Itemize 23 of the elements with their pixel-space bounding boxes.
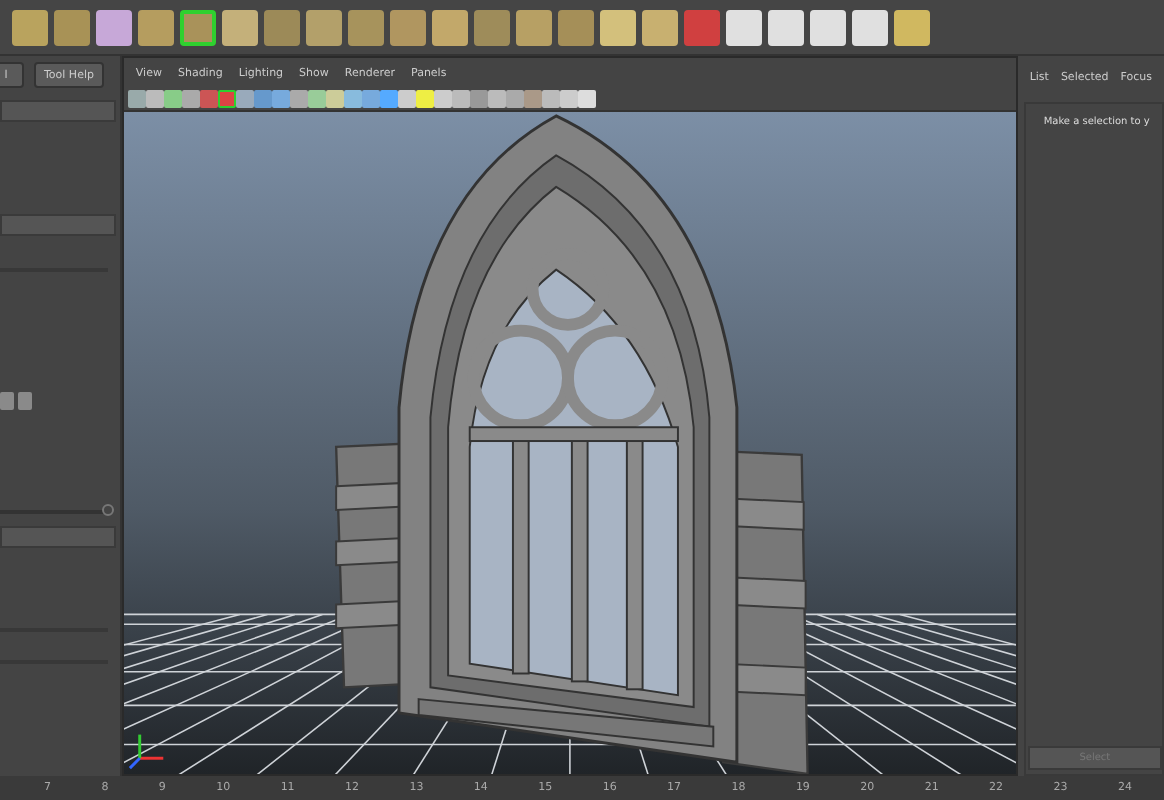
slider-handle[interactable] [101,504,114,516]
shelf-tool-icon[interactable] [558,9,594,45]
shelf-tool-icon[interactable] [810,9,846,45]
axis-gizmo-icon [128,734,164,770]
shelf-tool-icon[interactable] [222,9,258,45]
shelf-tool-icon[interactable] [96,9,132,45]
shelf-tool-icon[interactable] [180,9,216,45]
shelf-tool-icon[interactable] [726,9,762,45]
shelf-tool-icon[interactable] [348,9,384,45]
shelf-tool-icon[interactable] [852,9,888,45]
shelf-tool-icon[interactable] [600,9,636,45]
shelf-tool-icon[interactable] [642,9,678,45]
shelf-tool-icon[interactable] [474,9,510,45]
shelf-tool-icon[interactable] [12,9,48,45]
shelf-tool-icon[interactable] [432,9,468,45]
shelf-tool-icon[interactable] [306,9,342,45]
shelf-tool-icon[interactable] [894,9,930,45]
shelf-tool-icon[interactable] [390,9,426,45]
shelf-tool-icon[interactable] [138,9,174,45]
shelf-tool-icon[interactable] [516,9,552,45]
shelf-tool-icon[interactable] [54,9,90,45]
viewport-tool-icon[interactable] [578,90,597,108]
shelf-tool-icon[interactable] [768,9,804,45]
